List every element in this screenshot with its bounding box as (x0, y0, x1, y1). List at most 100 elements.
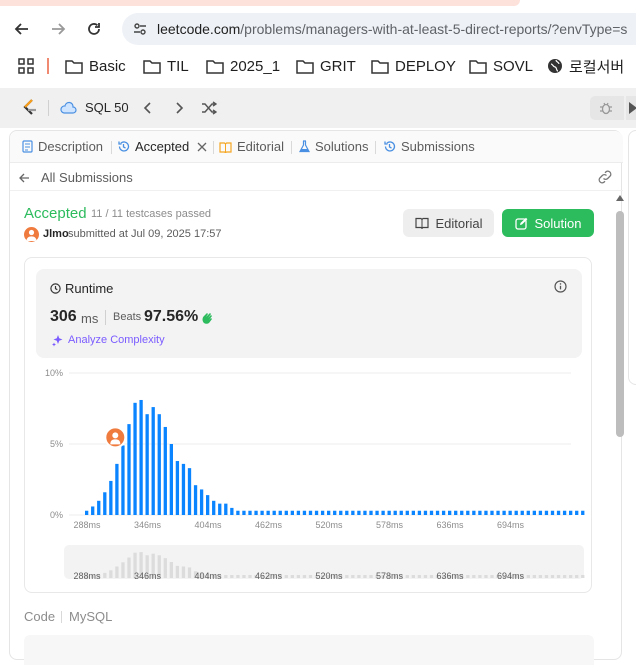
chart-bar (224, 503, 228, 515)
range-bar (121, 562, 125, 578)
chart-bar (115, 463, 119, 515)
range-bar (236, 575, 240, 578)
range-bar (423, 575, 428, 578)
range-bar (115, 566, 119, 578)
tab-label: Description (38, 139, 104, 154)
document-icon (22, 140, 33, 153)
analyze-complexity-link[interactable]: Analyze Complexity (68, 334, 165, 346)
chart-bar (314, 510, 319, 515)
range-bar (538, 575, 543, 578)
chart-bar (302, 510, 307, 515)
reload-button[interactable] (83, 18, 105, 40)
chart-bar (460, 510, 464, 515)
bookmark-local-server[interactable]: 로컬서버 (547, 57, 624, 76)
chart-bar (575, 510, 579, 515)
chart-range-selector[interactable]: 288ms 346ms 404ms 462ms 520ms 578ms 636ms 694ms (64, 545, 585, 581)
runtime-summary[interactable]: Runtime 306 ms Beats 97.56% Analyze Comp… (36, 269, 582, 358)
forward-button[interactable] (47, 18, 69, 40)
shuffle-icon[interactable] (201, 101, 217, 115)
info-icon[interactable] (554, 280, 567, 293)
submitted-time: submitted at Jul 09, 2025 17:57 (68, 228, 222, 240)
scrollbar-thumb[interactable] (616, 211, 624, 437)
testcases-passed: 11 / 11 testcases passed (91, 208, 212, 220)
beats-value: 97.56% (144, 308, 199, 325)
active-tab-edge (0, 0, 520, 6)
bookmark-basic[interactable]: Basic (65, 57, 126, 75)
range-bar (103, 572, 107, 578)
chart-bar (345, 510, 349, 515)
x-tick-label: 694ms (497, 520, 525, 530)
tab-editorial[interactable]: Editorial (219, 139, 284, 154)
range-bar (169, 562, 173, 578)
tab-label: Accepted (135, 139, 190, 154)
url-text: leetcode.com/problems/managers-with-at-l… (157, 21, 627, 37)
header-divider (48, 100, 49, 116)
range-tick-label: 636ms (436, 571, 464, 581)
chart-bar (230, 507, 234, 515)
x-tick-label: 636ms (436, 520, 464, 530)
chart-bar (472, 510, 476, 515)
site-settings-icon[interactable] (132, 21, 148, 37)
tab-solutions[interactable]: Solutions (299, 139, 368, 154)
runtime-unit: ms (81, 311, 99, 326)
editorial-button[interactable]: Editorial (403, 209, 494, 237)
chevron-left-icon[interactable] (143, 101, 153, 115)
bookmarks-bar: Basic TIL 2025_1 GRIT DEPLOY SOVL 로컬서버 (0, 50, 636, 82)
all-submissions-link[interactable]: All Submissions (18, 170, 133, 185)
tab-separator (111, 141, 112, 154)
user-avatar-icon (26, 229, 37, 241)
solution-button-label: Solution (534, 215, 582, 231)
tab-accepted[interactable]: Accepted (117, 139, 212, 154)
debug-button[interactable] (590, 96, 624, 120)
chart-bar (538, 510, 543, 515)
chevron-right-icon[interactable] (174, 101, 184, 115)
clock-icon (50, 283, 61, 294)
folder-icon (143, 59, 161, 74)
chart-bar (187, 468, 192, 515)
chart-bar (284, 510, 288, 515)
username[interactable]: Jlmo (43, 228, 69, 240)
solution-button[interactable]: Solution (502, 209, 594, 237)
back-button[interactable] (11, 18, 33, 40)
cloud-study-plan-icon (60, 101, 77, 114)
apps-grid-icon[interactable] (18, 58, 34, 74)
chart-bar (429, 510, 434, 515)
y-tick-label: 10% (45, 368, 63, 378)
all-submissions-label: All Submissions (41, 170, 133, 185)
study-plan-title[interactable]: SQL 50 (85, 100, 129, 115)
bookmark-2025-1[interactable]: 2025_1 (206, 57, 280, 75)
chart-bar (581, 510, 585, 515)
bookmark-deploy[interactable]: DEPLOY (371, 57, 456, 75)
chart-bar (478, 510, 482, 515)
range-tick-label: 404ms (194, 571, 222, 581)
tab-submissions[interactable]: Submissions (383, 139, 475, 154)
link-icon[interactable] (597, 170, 613, 184)
close-icon[interactable] (197, 142, 207, 152)
scroll-up-arrow-icon[interactable] (616, 195, 624, 201)
address-bar[interactable]: leetcode.com/problems/managers-with-at-l… (122, 13, 636, 45)
chart-bar (327, 510, 331, 515)
edit-icon (514, 217, 527, 230)
bookmark-sovl[interactable]: SOVL (469, 57, 533, 75)
chart-bar (393, 510, 397, 515)
bookmark-til[interactable]: TIL (143, 57, 189, 75)
avatar[interactable] (24, 227, 39, 242)
bookmark-grit[interactable]: GRIT (296, 57, 356, 75)
bookmark-label: GRIT (320, 57, 356, 75)
leetcode-logo-icon[interactable] (21, 98, 39, 118)
chart-bar (502, 510, 506, 515)
chart-bar (199, 489, 204, 515)
chart-bar (278, 510, 282, 515)
run-button[interactable] (626, 96, 636, 120)
bookmark-label: TIL (167, 57, 189, 75)
runtime-distribution-chart[interactable]: 10% 5% 0% 288ms 346ms 404ms 462ms 520ms 578ms 63… (25, 361, 593, 591)
range-bar (405, 575, 409, 578)
chart-bar (562, 510, 567, 515)
range-bar (127, 557, 131, 578)
tab-description[interactable]: Description (22, 139, 103, 154)
bug-icon (600, 102, 612, 115)
panel-scrollbar[interactable] (614, 193, 624, 663)
chart-bar (175, 461, 180, 515)
range-bar (484, 575, 488, 578)
range-bar (466, 575, 470, 578)
